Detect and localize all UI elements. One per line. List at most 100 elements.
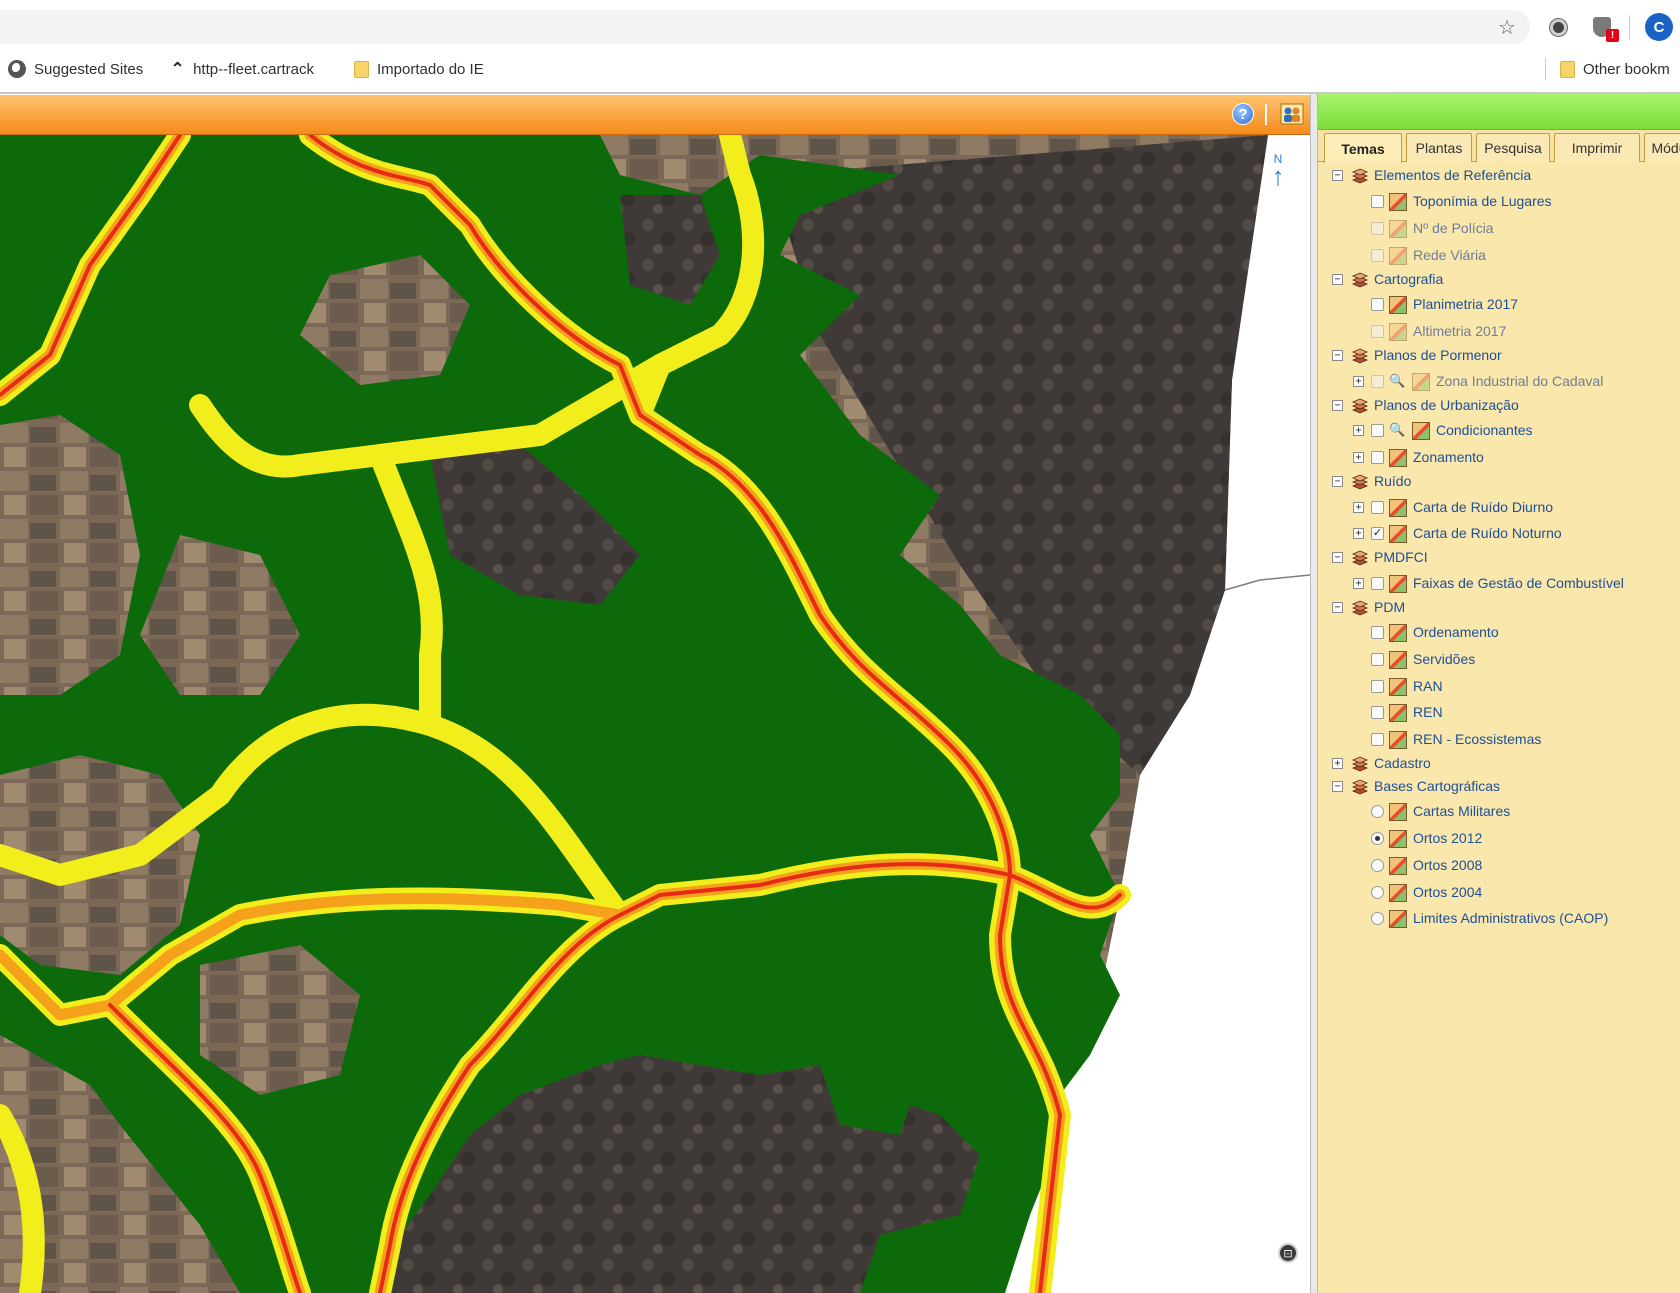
- tree-row[interactable]: Planimetria 2017: [1318, 293, 1680, 317]
- help-icon[interactable]: ?: [1232, 103, 1254, 125]
- layer-group-icon: [1351, 755, 1369, 773]
- tree-item-label: Planos de Urbanização: [1374, 397, 1519, 413]
- tree-row[interactable]: Ortos 2008: [1318, 854, 1680, 878]
- collapse-icon[interactable]: −: [1332, 350, 1343, 361]
- layer-checkbox[interactable]: [1371, 680, 1384, 693]
- layer-group-icon: [1351, 549, 1369, 567]
- tab-1[interactable]: Plantas: [1406, 133, 1472, 162]
- collapse-icon[interactable]: −: [1332, 476, 1343, 487]
- layer-checkbox[interactable]: [1371, 195, 1384, 208]
- extension-record-icon[interactable]: [1545, 14, 1571, 40]
- tree-row[interactable]: − Cartografia: [1318, 268, 1680, 292]
- collapse-icon[interactable]: −: [1332, 602, 1343, 613]
- tree-row[interactable]: + Zonamento: [1318, 446, 1680, 470]
- tree-row[interactable]: REN - Ecossistemas: [1318, 728, 1680, 752]
- tree-row[interactable]: − Bases Cartográficas: [1318, 775, 1680, 799]
- bookmark-star-icon[interactable]: ☆: [1494, 14, 1520, 40]
- tree-row[interactable]: − Planos de Urbanização: [1318, 394, 1680, 418]
- basemap-radio[interactable]: [1371, 832, 1384, 845]
- tree-row[interactable]: Altimetria 2017: [1318, 320, 1680, 344]
- tree-row[interactable]: Limites Administrativos (CAOP): [1318, 907, 1680, 931]
- tree-item-label: Planos de Pormenor: [1374, 347, 1502, 363]
- layer-checkbox[interactable]: [1371, 325, 1384, 338]
- panel-splitter[interactable]: [1310, 94, 1318, 1293]
- tree-row[interactable]: RAN: [1318, 675, 1680, 699]
- layer-checkbox[interactable]: [1371, 733, 1384, 746]
- bookmark-suggested-sites[interactable]: Suggested Sites: [8, 54, 143, 84]
- tab-3[interactable]: Imprimir: [1554, 133, 1640, 162]
- tree-row[interactable]: Ortos 2004: [1318, 881, 1680, 905]
- tree-row[interactable]: − Ruído: [1318, 470, 1680, 494]
- tree-row[interactable]: REN: [1318, 701, 1680, 725]
- basemap-radio[interactable]: [1371, 859, 1384, 872]
- tree-item-label: Condicionantes: [1436, 422, 1533, 438]
- expand-icon[interactable]: +: [1353, 528, 1364, 539]
- basemap-radio[interactable]: [1371, 886, 1384, 899]
- collapse-icon[interactable]: −: [1332, 400, 1343, 411]
- tree-row[interactable]: − Planos de Pormenor: [1318, 344, 1680, 368]
- layer-checkbox[interactable]: ✓: [1371, 527, 1384, 540]
- tree-row[interactable]: + ✓ Carta de Ruído Noturno: [1318, 522, 1680, 546]
- bookmark-label: http--fleet.cartrack: [193, 60, 314, 78]
- tab-2[interactable]: Pesquisa: [1476, 133, 1550, 162]
- extension-shield-icon[interactable]: !: [1589, 14, 1619, 42]
- layer-checkbox[interactable]: [1371, 706, 1384, 719]
- collapse-icon[interactable]: −: [1332, 781, 1343, 792]
- layer-checkbox[interactable]: [1371, 501, 1384, 514]
- collapse-icon[interactable]: −: [1332, 170, 1343, 181]
- expand-icon[interactable]: +: [1353, 376, 1364, 387]
- tab-4[interactable]: Módu: [1644, 133, 1680, 162]
- users-icon[interactable]: [1279, 101, 1305, 127]
- overview-map-toggle-icon[interactable]: ⊡: [1278, 1243, 1298, 1263]
- tree-item-label: REN: [1413, 704, 1443, 720]
- layer-checkbox[interactable]: [1371, 577, 1384, 590]
- expand-icon[interactable]: +: [1353, 425, 1364, 436]
- tree-row[interactable]: − Elementos de Referência: [1318, 164, 1680, 188]
- layer-checkbox[interactable]: [1371, 375, 1384, 388]
- layer-legend-icon: [1389, 499, 1407, 517]
- themes-panel: TemasPlantasPesquisaImprimirMódu − Elemen…: [1318, 94, 1680, 1293]
- layer-legend-icon: [1389, 884, 1407, 902]
- tree-row[interactable]: Ortos 2012: [1318, 827, 1680, 851]
- layer-checkbox[interactable]: [1371, 222, 1384, 235]
- zoom-to-layer-icon[interactable]: 🔍: [1389, 422, 1405, 438]
- tree-row[interactable]: − PMDFCI: [1318, 546, 1680, 570]
- collapse-icon[interactable]: −: [1332, 552, 1343, 563]
- collapse-icon[interactable]: −: [1332, 274, 1343, 285]
- expand-icon[interactable]: +: [1353, 502, 1364, 513]
- tree-row[interactable]: Cartas Militares: [1318, 800, 1680, 824]
- tree-row[interactable]: Toponímia de Lugares: [1318, 190, 1680, 214]
- expand-icon[interactable]: +: [1353, 578, 1364, 589]
- tree-row[interactable]: Servidões: [1318, 648, 1680, 672]
- layer-checkbox[interactable]: [1371, 249, 1384, 262]
- basemap-radio[interactable]: [1371, 912, 1384, 925]
- tab-0[interactable]: Temas: [1324, 133, 1402, 163]
- tree-row[interactable]: + Faixas de Gestão de Combustível: [1318, 572, 1680, 596]
- tree-row[interactable]: Ordenamento: [1318, 621, 1680, 645]
- tree-row[interactable]: + Cadastro: [1318, 752, 1680, 776]
- layer-checkbox[interactable]: [1371, 653, 1384, 666]
- tree-row[interactable]: + Carta de Ruído Diurno: [1318, 496, 1680, 520]
- zoom-to-layer-icon[interactable]: 🔍: [1389, 373, 1405, 389]
- layer-legend-icon: [1412, 373, 1430, 391]
- tree-row[interactable]: − PDM: [1318, 596, 1680, 620]
- layer-checkbox[interactable]: [1371, 451, 1384, 464]
- expand-icon[interactable]: +: [1332, 758, 1343, 769]
- tree-row[interactable]: Nº de Polícia: [1318, 217, 1680, 241]
- map-canvas[interactable]: N ↑ ⊡: [0, 135, 1310, 1293]
- profile-avatar[interactable]: C: [1645, 13, 1673, 41]
- tree-row[interactable]: Rede Viária: [1318, 244, 1680, 268]
- address-bar[interactable]: [0, 10, 1530, 44]
- bookmark-other-bookmarks[interactable]: Other bookm: [1560, 54, 1670, 84]
- layer-checkbox[interactable]: [1371, 626, 1384, 639]
- tree-row[interactable]: + 🔍 Condicionantes: [1318, 419, 1680, 443]
- tree-row[interactable]: + 🔍 Zona Industrial do Cadaval: [1318, 370, 1680, 394]
- basemap-radio[interactable]: [1371, 805, 1384, 818]
- layer-checkbox[interactable]: [1371, 424, 1384, 437]
- tree-item-label: Zonamento: [1413, 449, 1484, 465]
- expand-icon[interactable]: +: [1353, 452, 1364, 463]
- map-image: [0, 135, 1310, 1293]
- bookmark-fleet-cartrack[interactable]: ⌃ http--fleet.cartrack: [170, 54, 314, 84]
- bookmark-folder-importado[interactable]: Importado do IE: [354, 54, 484, 84]
- layer-checkbox[interactable]: [1371, 298, 1384, 311]
